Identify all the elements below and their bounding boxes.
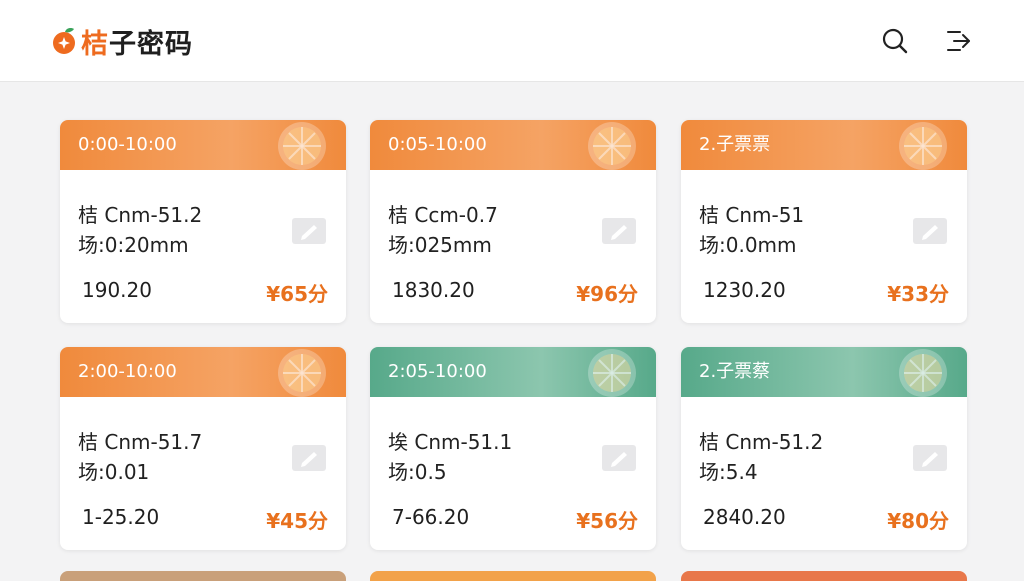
edit-icon[interactable]: [913, 445, 947, 471]
card-peek: [681, 571, 967, 581]
card-header: 2.子票蔡: [681, 347, 967, 397]
edit-icon[interactable]: [602, 445, 636, 471]
edit-icon[interactable]: [913, 218, 947, 244]
card-footer: 1830.20 ¥96分: [392, 278, 638, 308]
card-details: 埃 Cnm-51.1 场:0.5: [388, 427, 512, 487]
logout-button[interactable]: [944, 26, 974, 56]
card-footer: 190.20 ¥65分: [82, 278, 328, 308]
app-title-rest: 子密码: [109, 28, 193, 60]
card-header: 0:05-10:00: [370, 120, 656, 170]
card-header: 2.子票票: [681, 120, 967, 170]
ticket-card[interactable]: 2:05-10:00 埃 Cnm-51.1 场:0.5 7-66.20 ¥56分: [370, 347, 656, 550]
card-venue: 场:0.5: [388, 460, 447, 484]
orange-slice-icon: [899, 122, 947, 170]
orange-slice-icon: [278, 122, 326, 170]
card-footer: 7-66.20 ¥56分: [392, 505, 638, 535]
card-time: 2.子票票: [699, 134, 771, 155]
card-venue: 场:025mm: [388, 233, 492, 257]
orange-slice-icon: [588, 349, 636, 397]
card-price: ¥65分: [266, 282, 328, 306]
ticket-card[interactable]: 2:00-10:00 桔 Cnm-51.7 场:0.01 1-25.20 ¥45…: [60, 347, 346, 550]
card-venue: 场:0:20mm: [78, 233, 189, 257]
app-title: 桔子密码: [81, 22, 193, 61]
card-number: 190.20: [82, 278, 152, 302]
card-code: 埃 Cnm-51.1: [388, 430, 513, 454]
card-footer: 1230.20 ¥33分: [703, 278, 949, 308]
card-header: 2:00-10:00: [60, 347, 346, 397]
app-logo[interactable]: 桔子密码: [52, 20, 193, 62]
card-header: 0:00-10:00: [60, 120, 346, 170]
card-price: ¥45分: [266, 509, 328, 533]
card-time: 0:00-10:00: [78, 134, 177, 155]
card-peek: [60, 571, 346, 581]
orange-logo-icon: [52, 27, 78, 55]
card-time: 2:05-10:00: [388, 361, 487, 382]
card-number: 1830.20: [392, 278, 475, 302]
orange-slice-icon: [278, 349, 326, 397]
ticket-card[interactable]: 0:00-10:00 桔 Cnm-51.2 场:0:20mm 190.20 ¥6…: [60, 120, 346, 323]
card-code: 桔 Cnm-51.7: [78, 430, 203, 454]
card-header: 2:05-10:00: [370, 347, 656, 397]
card-venue: 场:0.01: [78, 460, 150, 484]
card-price: ¥56分: [576, 509, 638, 533]
orange-slice-icon: [899, 349, 947, 397]
card-price: ¥80分: [887, 509, 949, 533]
card-code: 桔 Cnm-51.2: [78, 203, 203, 227]
card-time: 0:05-10:00: [388, 134, 487, 155]
card-number: 1230.20: [703, 278, 786, 302]
card-details: 桔 Cnm-51.2 场:5.4: [699, 427, 823, 487]
ticket-card[interactable]: 2.子票票 桔 Cnm-51 场:0.0mm 1230.20 ¥33分: [681, 120, 967, 323]
search-icon: [882, 28, 908, 54]
card-time: 2.子票蔡: [699, 361, 771, 382]
edit-icon[interactable]: [292, 218, 326, 244]
card-venue: 场:5.4: [699, 460, 758, 484]
card-price: ¥96分: [576, 282, 638, 306]
card-footer: 2840.20 ¥80分: [703, 505, 949, 535]
card-footer: 1-25.20 ¥45分: [82, 505, 328, 535]
edit-icon[interactable]: [602, 218, 636, 244]
card-peek: [370, 571, 656, 581]
app-header: 桔子密码: [0, 0, 1024, 82]
card-number: 1-25.20: [82, 505, 160, 529]
ticket-card[interactable]: 2.子票蔡 桔 Cnm-51.2 场:5.4 2840.20 ¥80分: [681, 347, 967, 550]
card-number: 2840.20: [703, 505, 786, 529]
card-time: 2:00-10:00: [78, 361, 177, 382]
card-details: 桔 Ccm-0.7 场:025mm: [388, 200, 498, 260]
card-code: 桔 Cnm-51: [699, 203, 805, 227]
card-price: ¥33分: [887, 282, 949, 306]
logout-icon: [947, 31, 970, 51]
card-venue: 场:0.0mm: [699, 233, 797, 257]
card-details: 桔 Cnm-51 场:0.0mm: [699, 200, 804, 260]
search-button[interactable]: [880, 26, 910, 56]
card-details: 桔 Cnm-51.7 场:0.01: [78, 427, 202, 487]
card-number: 7-66.20: [392, 505, 470, 529]
edit-icon[interactable]: [292, 445, 326, 471]
card-code: 桔 Ccm-0.7: [388, 203, 498, 227]
card-code: 桔 Cnm-51.2: [699, 430, 824, 454]
card-details: 桔 Cnm-51.2 场:0:20mm: [78, 200, 202, 260]
ticket-card[interactable]: 0:05-10:00 桔 Ccm-0.7 场:025mm 1830.20 ¥96…: [370, 120, 656, 323]
app-title-first: 桔: [81, 28, 109, 60]
orange-slice-icon: [588, 122, 636, 170]
